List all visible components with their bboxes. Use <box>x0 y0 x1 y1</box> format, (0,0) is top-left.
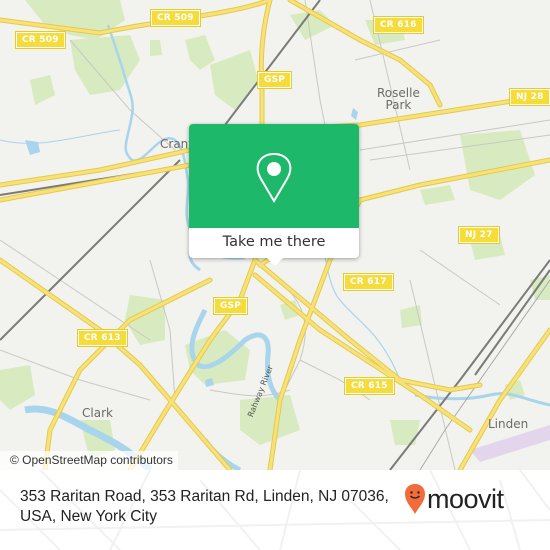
osm-attribution[interactable]: © OpenStreetMap contributors <box>0 451 178 470</box>
road-shield-cr617: CR 617 <box>343 273 394 291</box>
road-shield-cr613: CR 613 <box>77 329 128 347</box>
road-shield-gsp: GSP <box>212 297 249 315</box>
road-shield-nj28: NJ 28 <box>509 88 550 106</box>
moovit-logo[interactable]: moovit <box>404 483 504 515</box>
place-label-linden: Linden <box>488 417 529 431</box>
road-shield-cr615: CR 615 <box>344 377 395 395</box>
road-shield-nj27: NJ 27 <box>458 226 500 244</box>
road-shield-cr509: CR 509 <box>150 9 201 27</box>
map-canvas[interactable]: CR 509 CR 509 CR 616 GSP NJ 28 NJ 27 CR … <box>0 0 550 470</box>
road-shield-cr616: CR 616 <box>373 16 424 34</box>
moovit-wordmark: moovit <box>427 483 504 514</box>
footer: 353 Raritan Road, 353 Raritan Rd, Linden… <box>0 470 550 550</box>
map-pin-icon <box>256 152 292 203</box>
place-label-roselle-park: Roselle Park <box>377 86 420 112</box>
popup-header <box>189 124 359 228</box>
place-label-clark: Clark <box>82 406 113 420</box>
location-popup[interactable]: Take me there <box>189 124 359 266</box>
take-me-there-button[interactable]: Take me there <box>189 228 359 258</box>
road-shield-cr509: CR 509 <box>15 31 66 49</box>
address-text: 353 Raritan Road, 353 Raritan Rd, Linden… <box>20 488 389 525</box>
road-shield-gsp: GSP <box>256 71 293 89</box>
moovit-pin-icon <box>405 484 425 514</box>
popup-tail <box>266 257 284 266</box>
